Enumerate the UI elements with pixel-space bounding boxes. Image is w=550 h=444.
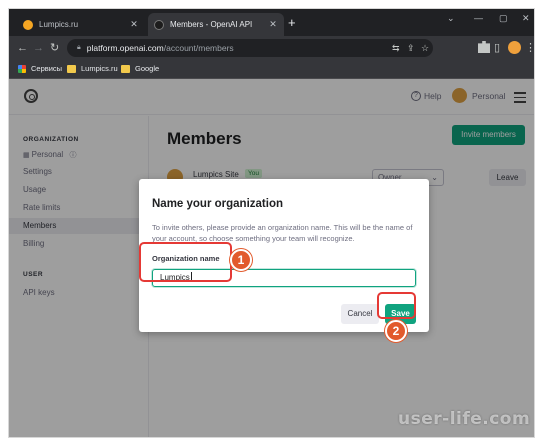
forward-arrow-icon[interactable]: → bbox=[33, 41, 44, 55]
window-close-button[interactable]: ✕ bbox=[522, 13, 530, 24]
bookmark-label: Сервисы bbox=[31, 64, 63, 73]
folder-icon bbox=[121, 64, 130, 73]
highlight-org-name-field bbox=[139, 242, 232, 282]
cancel-button[interactable]: Cancel bbox=[341, 304, 379, 324]
bookmark-label: Lumpics.ru bbox=[81, 64, 118, 73]
tab-search-icon[interactable]: ⌄ bbox=[447, 13, 455, 24]
tab-title: Members - OpenAI API bbox=[170, 20, 253, 29]
watermark: user-life.com bbox=[398, 409, 531, 429]
url-domain: platform.openai.com bbox=[86, 43, 164, 53]
openai-favicon-icon bbox=[154, 19, 164, 30]
apps-grid-icon bbox=[18, 64, 26, 73]
more-menu-icon[interactable]: ⋮ bbox=[525, 41, 534, 55]
tab-lumpics[interactable]: Lumpics.ru ✕ bbox=[17, 13, 145, 36]
tab-strip: Lumpics.ru ✕ Members - OpenAI API ✕ + ⌄ … bbox=[9, 9, 534, 36]
browser-window: Lumpics.ru ✕ Members - OpenAI API ✕ + ⌄ … bbox=[8, 8, 535, 438]
bookmark-google[interactable]: Google bbox=[121, 64, 159, 73]
browser-toolbar: ← → ↻ 🔒︎ platform.openai.com/account/mem… bbox=[9, 36, 534, 60]
share-icon[interactable]: ⇪ bbox=[407, 39, 415, 57]
dialog-title: Name your organization bbox=[152, 198, 283, 210]
address-bar[interactable]: 🔒︎ platform.openai.com/account/members ⇆… bbox=[67, 39, 433, 57]
bookmark-star-icon[interactable]: ☆ bbox=[421, 39, 429, 57]
minimize-button[interactable]: — bbox=[474, 13, 483, 23]
extensions-puzzle-icon[interactable] bbox=[478, 41, 490, 53]
bookmark-lumpics[interactable]: Lumpics.ru bbox=[67, 64, 118, 73]
sidebar-panel-icon[interactable]: ▯ bbox=[494, 41, 500, 55]
bookmark-label: Google bbox=[135, 64, 160, 73]
maximize-button[interactable]: ▢ bbox=[499, 13, 508, 24]
translate-icon[interactable]: ⇆ bbox=[392, 39, 400, 57]
reload-icon[interactable]: ↻ bbox=[50, 41, 59, 55]
back-arrow-icon[interactable]: ← bbox=[17, 41, 28, 55]
url-path: /account/members bbox=[163, 43, 234, 53]
lumpics-favicon-icon bbox=[23, 19, 33, 30]
tab-title: Lumpics.ru bbox=[39, 20, 79, 29]
bookmark-services[interactable]: Сервисы bbox=[18, 64, 62, 73]
new-tab-button[interactable]: + bbox=[288, 15, 296, 30]
close-icon[interactable]: ✕ bbox=[268, 19, 278, 30]
bookmarks-bar: Сервисы Lumpics.ru Google bbox=[9, 60, 534, 79]
lock-icon: 🔒︎ bbox=[77, 44, 81, 51]
tab-members-openai[interactable]: Members - OpenAI API ✕ bbox=[148, 13, 284, 36]
step-badge-1: 1 bbox=[230, 249, 252, 271]
dialog-description: To invite others, please provide an orga… bbox=[152, 223, 413, 243]
folder-icon bbox=[67, 64, 76, 73]
highlight-save-button bbox=[377, 292, 416, 319]
close-icon[interactable]: ✕ bbox=[129, 19, 139, 30]
step-badge-2: 2 bbox=[385, 320, 407, 342]
profile-avatar[interactable] bbox=[508, 41, 521, 54]
